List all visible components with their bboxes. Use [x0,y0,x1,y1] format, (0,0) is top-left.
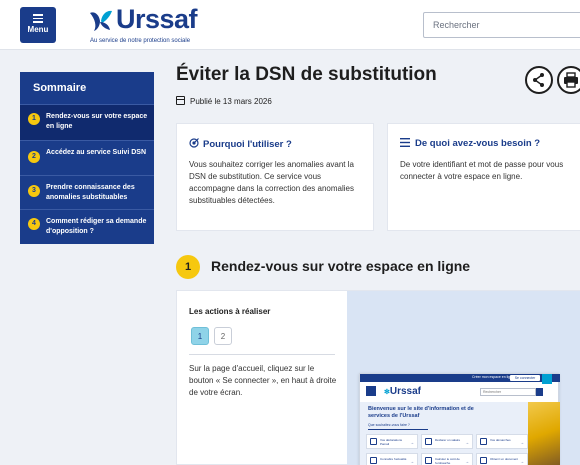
preview-tile: Calculer le coût de l'embauche → [421,453,473,465]
search-input[interactable]: Rechercher [423,12,580,38]
preview-tile: Vos démarches → [476,434,528,449]
page-title: Éviter la DSN de substitution [176,64,437,85]
why-card: Pourquoi l'utiliser ? Vous souhaitez cor… [176,123,374,231]
print-button[interactable] [557,66,580,94]
document-icon [425,457,432,464]
section-title: Rendez-vous sur votre espace en ligne [211,258,471,274]
illustration-screenshot: Créer mon espace en ligne Se connecter ✻… [347,291,580,465]
toc-item-espace-en-ligne[interactable]: 1 Rendez-vous sur votre espace en ligne [20,104,154,140]
preview-tile-label: Vos démarches [490,438,511,442]
homepage-preview: Créer mon espace en ligne Se connecter ✻… [359,373,560,465]
menu-label: Menu [27,24,49,34]
arrow-right-icon: → [410,440,414,445]
toc-item-label: Accédez au service Suivi DSN [46,149,146,156]
publication-date: Publié le 13 mars 2026 [176,96,272,106]
preview-underline [368,429,428,430]
preview-highlight-marker [542,374,552,384]
preview-topbar-text: Créer mon espace en ligne [472,375,515,379]
arrow-right-icon: → [410,459,414,464]
step-1-button[interactable]: 1 [191,327,209,345]
toc-item-opposition[interactable]: 4 Comment rédiger sa demande d'oppositio… [20,209,154,244]
toc-title: Sommaire [33,82,87,94]
calendar-icon [176,96,185,105]
step-instruction: Sur la page d'accueil, cliquez sur le bo… [189,364,337,397]
target-icon [189,138,199,148]
why-card-body: Vous souhaitez corriger les anomalies av… [189,160,354,205]
document-icon [370,457,377,464]
arrow-right-icon: → [465,440,469,445]
logo-tagline: Au service de notre protection sociale [90,38,191,44]
arrow-right-icon: → [465,459,469,464]
toc-item-anomalies[interactable]: 3 Prendre connaissance des anomalies sub… [20,175,154,209]
preview-photo [528,402,560,465]
search-placeholder: Rechercher [433,20,480,30]
preview-logo: ✻Urssaf [384,386,422,397]
preview-tile: Connaître l'actualité → [366,453,418,465]
toc-item-suivi-dsn[interactable]: 2 Accédez au service Suivi DSN [20,140,154,175]
document-icon [370,438,377,445]
preview-menu-icon [366,386,376,396]
section-number: 1 [176,255,200,279]
actions-title: Les actions à réaliser [189,307,271,316]
toc-item-number: 2 [28,151,40,163]
divider [189,354,335,355]
arrow-right-icon: → [520,440,524,445]
printer-icon [564,72,578,88]
document-icon [480,438,487,445]
site-header: Menu Urssaf Au service de notre protecti… [0,0,580,50]
share-button[interactable] [525,66,553,94]
need-card-body: De votre identifiant et mot de passe pou… [400,160,564,181]
actions-panel: Les actions à réaliser 1 2 Sur la page d… [176,290,580,465]
preview-tile-label: Vos déclarations Pamail [380,438,403,446]
menu-button[interactable]: Menu [20,7,56,43]
preview-search-button [536,388,543,396]
logo-wordmark: Urssaf [116,4,198,34]
preview-tile: Vos déclarations Pamail → [366,434,418,449]
arrow-right-icon: → [520,459,524,464]
toc-item-number: 4 [28,218,40,230]
urssaf-bird-icon [90,10,112,31]
hamburger-icon [33,14,43,23]
toc-item-number: 3 [28,185,40,197]
document-icon [425,438,432,445]
document-icon [480,457,487,464]
preview-tile: Déclarer un salaire → [421,434,473,449]
need-card-title-text: De quoi avez-vous besoin ? [415,138,541,149]
preview-tile-label: Déclarer un salaire [435,438,461,442]
preview-connect-button: Se connecter [510,375,540,381]
publication-date-text: Publié le 13 mars 2026 [190,97,272,106]
urssaf-logo[interactable]: Urssaf Au service de notre protection so… [88,4,248,48]
list-icon [400,138,410,147]
preview-headline: Bienvenue sur le site d'information et d… [368,406,474,419]
preview-tile-label: Connaître l'actualité [380,457,407,461]
need-card-title: De quoi avez-vous besoin ? [400,138,540,149]
why-card-title-text: Pourquoi l'utiliser ? [203,139,292,150]
preview-tile-label: Calculer le coût de l'embauche [435,457,460,465]
toc-item-label: Comment rédiger sa demande d'opposition … [46,218,147,235]
preview-logo-text: Urssaf [389,386,422,397]
preview-question: Que souhaitez-vous faire ? [368,423,410,427]
need-card: De quoi avez-vous besoin ? De votre iden… [387,123,580,231]
preview-search: Rechercher [480,388,536,396]
why-card-title: Pourquoi l'utiliser ? [189,138,292,150]
share-icon [533,73,544,87]
toc-item-number: 1 [28,113,40,125]
step-2-button[interactable]: 2 [214,327,232,345]
preview-tile-label: Obtenir un document [490,457,519,461]
preview-tile: Obtenir un document → [476,453,528,465]
table-of-contents: Sommaire 1 Rendez-vous sur votre espace … [20,72,154,244]
toc-item-label: Rendez-vous sur votre espace en ligne [46,113,148,130]
toc-item-label: Prendre connaissance des anomalies subst… [46,184,135,201]
